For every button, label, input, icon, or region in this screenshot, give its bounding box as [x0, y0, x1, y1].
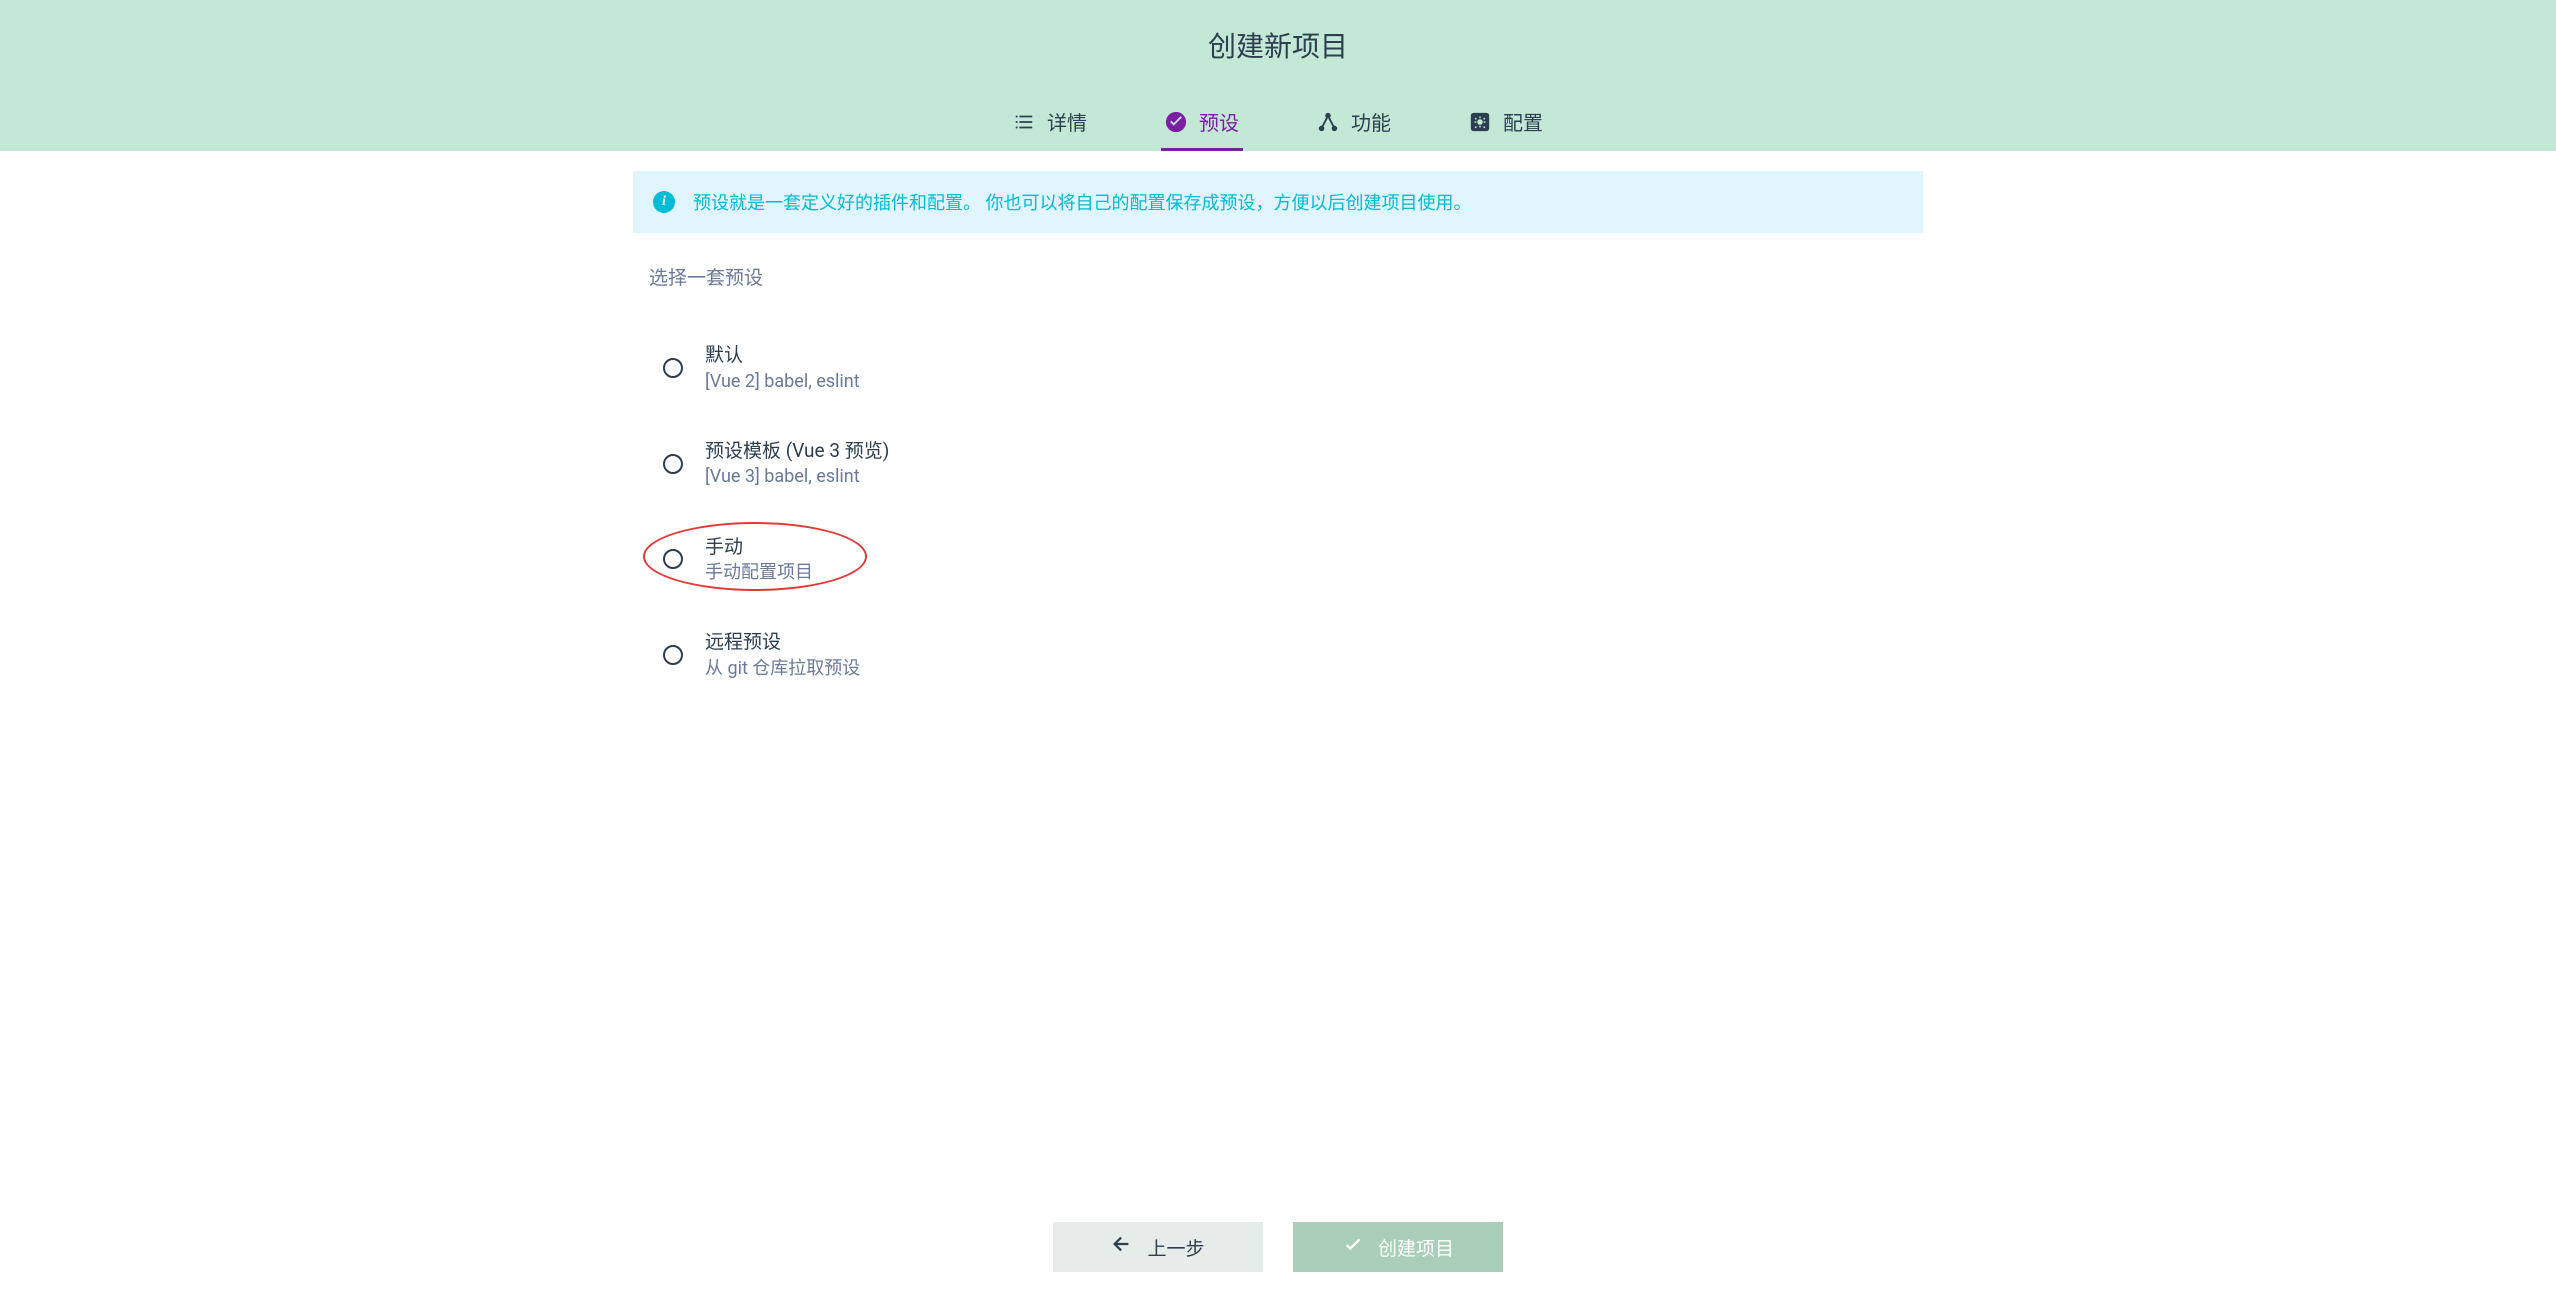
preset-title: 默认 [705, 342, 860, 369]
check-icon [1342, 1233, 1364, 1261]
settings-app-icon [1469, 111, 1491, 133]
preset-title: 手动 [705, 534, 813, 561]
create-button[interactable]: 创建项目 [1293, 1222, 1503, 1272]
tab-config[interactable]: 配置 [1465, 95, 1547, 151]
content: i 预设就是一套定义好的插件和配置。 你也可以将自己的配置保存成预设，方便以后创… [623, 151, 1933, 723]
preset-item-remote[interactable]: 远程预设 从 git 仓库拉取预设 [653, 607, 1923, 703]
share-icon [1317, 111, 1339, 133]
presets-list: 默认 [Vue 2] babel, eslint 预设模板 (Vue 3 预览)… [633, 320, 1923, 703]
arrow-left-icon [1111, 1233, 1133, 1261]
radio-icon [663, 549, 683, 569]
preset-title: 预设模板 (Vue 3 预览) [705, 438, 889, 465]
radio-icon [663, 645, 683, 665]
tab-label: 详情 [1047, 107, 1087, 136]
back-label: 上一步 [1147, 1234, 1204, 1261]
tab-label: 功能 [1351, 107, 1391, 136]
radio-icon [663, 358, 683, 378]
check-circle-icon [1165, 111, 1187, 133]
back-button[interactable]: 上一步 [1053, 1222, 1263, 1272]
tabs: 详情 预设 功能 配置 [0, 95, 2556, 151]
preset-item-manual[interactable]: 手动 手动配置项目 [653, 512, 1923, 608]
preset-item-default[interactable]: 默认 [Vue 2] babel, eslint [653, 320, 1923, 416]
info-box: i 预设就是一套定义好的插件和配置。 你也可以将自己的配置保存成预设，方便以后创… [633, 171, 1923, 233]
create-label: 创建项目 [1378, 1234, 1454, 1261]
page-title: 创建新项目 [0, 25, 2556, 65]
tab-features[interactable]: 功能 [1313, 95, 1395, 151]
tab-label: 预设 [1199, 107, 1239, 136]
footer: 上一步 创建项目 [0, 1204, 2556, 1290]
info-icon: i [653, 191, 675, 213]
tab-label: 配置 [1503, 107, 1543, 136]
preset-title: 远程预设 [705, 629, 860, 656]
preset-subtitle: [Vue 2] babel, eslint [705, 369, 860, 394]
tab-details[interactable]: 详情 [1009, 95, 1091, 151]
preset-subtitle: 从 git 仓库拉取预设 [705, 656, 860, 681]
info-text: 预设就是一套定义好的插件和配置。 你也可以将自己的配置保存成预设，方便以后创建项… [693, 189, 1471, 215]
radio-icon [663, 454, 683, 474]
preset-subtitle: [Vue 3] babel, eslint [705, 464, 889, 489]
list-icon [1013, 111, 1035, 133]
preset-item-vue3[interactable]: 预设模板 (Vue 3 预览) [Vue 3] babel, eslint [653, 416, 1923, 512]
tab-presets[interactable]: 预设 [1161, 95, 1243, 151]
preset-subtitle: 手动配置项目 [705, 560, 813, 585]
section-label: 选择一套预设 [649, 263, 1923, 290]
header: 创建新项目 详情 预设 功能 配置 [0, 0, 2556, 151]
